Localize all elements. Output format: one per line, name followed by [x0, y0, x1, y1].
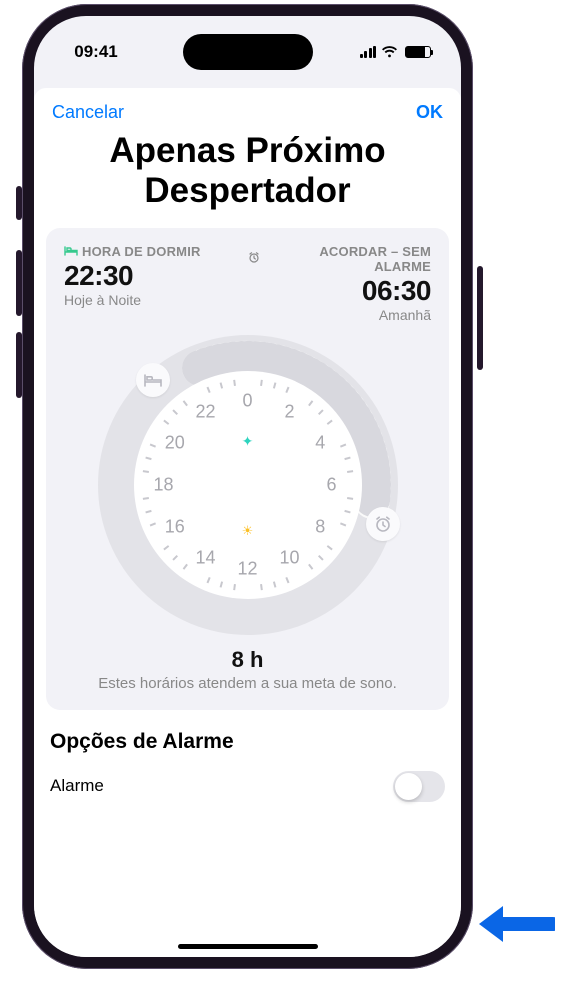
dial-hour-8: 8: [315, 517, 325, 538]
dial-hour-4: 4: [315, 433, 325, 454]
bedtime-handle[interactable]: [136, 363, 170, 397]
dial-hour-22: 22: [195, 402, 215, 423]
duration-note: Estes horários atendem a sua meta de son…: [64, 675, 431, 692]
callout-arrow: [475, 900, 555, 948]
page-title: Apenas Próximo Despertador: [34, 127, 461, 228]
phone-frame: 09:41 Cancelar OK Apenas Próximo Despert…: [22, 4, 473, 969]
alarm-options-title: Opções de Alarme: [34, 710, 461, 764]
dial-tick: [233, 380, 236, 386]
dial-hour-20: 20: [165, 433, 185, 454]
dial-hour-0: 0: [242, 391, 252, 412]
power-button[interactable]: [477, 266, 483, 370]
sheet-header: Cancelar OK: [34, 88, 461, 127]
day-sun-icon: ☀: [242, 523, 254, 539]
wake-label: ACORDAR – SEM ALARME: [264, 244, 432, 274]
wake-handle[interactable]: [366, 507, 400, 541]
phone-screen: 09:41 Cancelar OK Apenas Próximo Despert…: [34, 16, 461, 957]
ok-button[interactable]: OK: [416, 102, 443, 123]
dynamic-island: [183, 34, 313, 70]
dial-tick: [260, 380, 263, 386]
bedtime-block: HORA DE DORMIR 22:30 Hoje à Noite: [64, 244, 248, 324]
bedtime-label: HORA DE DORMIR: [82, 244, 201, 259]
bedtime-sub: Hoje à Noite: [64, 292, 248, 308]
wake-sub: Amanhã: [248, 307, 432, 323]
wake-value: 06:30: [248, 274, 432, 308]
schedule-card: HORA DE DORMIR 22:30 Hoje à Noite ACORDA…: [46, 228, 449, 711]
bedtime-value: 22:30: [64, 259, 248, 293]
dial-tick: [260, 584, 263, 590]
dial-hour-2: 2: [284, 402, 294, 423]
dial-hour-14: 14: [195, 547, 215, 568]
dial-tick: [233, 584, 236, 590]
cancel-button[interactable]: Cancelar: [52, 102, 124, 123]
battery-icon: [405, 46, 431, 58]
home-indicator[interactable]: [178, 944, 318, 949]
status-indicators: [360, 46, 432, 58]
sleep-dial[interactable]: ✦ ☀ 0 2468 10 12 14 16 18 20 22: [98, 335, 398, 635]
night-star-icon: ✦: [242, 433, 254, 450]
bed-icon: [64, 244, 78, 259]
cellular-signal-icon: [360, 46, 377, 58]
alarm-toggle-label: Alarme: [50, 776, 104, 796]
dial-hour-12: 12: [237, 559, 257, 580]
dial-hour-10: 10: [279, 547, 299, 568]
status-time: 09:41: [64, 42, 128, 62]
wifi-icon: [381, 46, 398, 58]
times-row: HORA DE DORMIR 22:30 Hoje à Noite ACORDA…: [64, 244, 431, 324]
sheet-content: Cancelar OK Apenas Próximo Despertador H…: [34, 88, 461, 957]
dial-hour-18: 18: [153, 475, 173, 496]
alarm-icon: [248, 251, 260, 266]
alarm-toggle[interactable]: [393, 771, 445, 802]
duration-value: 8 h: [64, 647, 431, 673]
dial-hour-6: 6: [326, 475, 336, 496]
alarm-row: Alarme: [34, 764, 461, 808]
wake-block: ACORDAR – SEM ALARME 06:30 Amanhã: [248, 244, 432, 324]
toggle-knob: [395, 773, 422, 800]
dial-hour-16: 16: [165, 517, 185, 538]
